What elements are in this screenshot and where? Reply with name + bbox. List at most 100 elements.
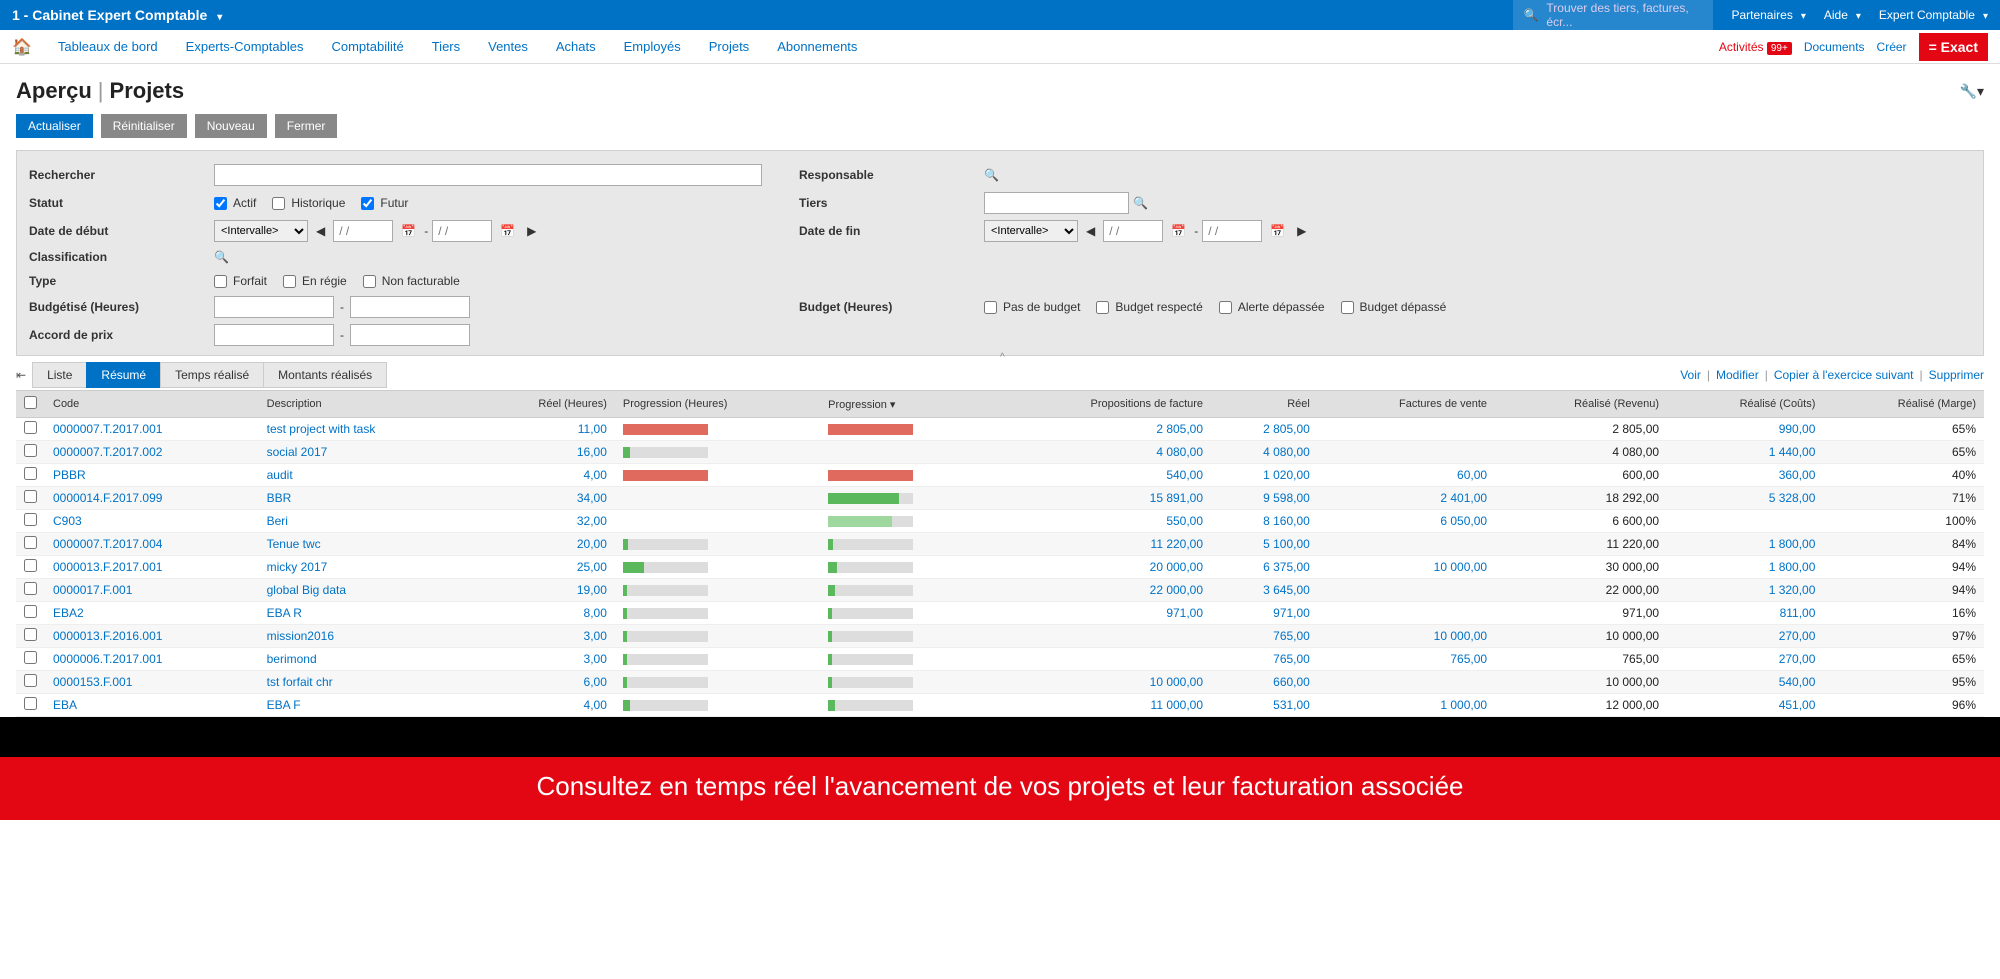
nav-ventes[interactable]: Ventes xyxy=(474,39,542,54)
cell-desc[interactable]: EBA F xyxy=(267,698,301,712)
cell-code[interactable]: 0000007.T.2017.004 xyxy=(53,537,162,551)
cell-desc[interactable]: micky 2017 xyxy=(267,560,328,574)
action-voir[interactable]: Voir xyxy=(1680,368,1701,382)
classification-lookup-icon[interactable]: 🔍 xyxy=(214,250,229,264)
table-row[interactable]: 0000007.T.2017.001 test project with tas… xyxy=(16,418,1984,441)
col-prog[interactable]: Progression ▾ xyxy=(820,391,992,418)
row-checkbox[interactable] xyxy=(24,697,37,710)
prev-date-icon[interactable]: ◀ xyxy=(312,224,329,238)
intervalle-debut-select[interactable]: <Intervalle> xyxy=(214,220,308,242)
documents-link[interactable]: Documents xyxy=(1804,40,1865,54)
cell-code[interactable]: EBA2 xyxy=(53,606,84,620)
tab-resume[interactable]: Résumé xyxy=(86,362,161,388)
row-checkbox[interactable] xyxy=(24,513,37,526)
check-pas-budget[interactable]: Pas de budget xyxy=(984,300,1080,314)
row-checkbox[interactable] xyxy=(24,651,37,664)
nav-compta[interactable]: Comptabilité xyxy=(317,39,417,54)
table-row[interactable]: 0000007.T.2017.004 Tenue twc 20,00 11 22… xyxy=(16,533,1984,556)
cell-code[interactable]: 0000153.F.001 xyxy=(53,675,132,689)
row-checkbox[interactable] xyxy=(24,444,37,457)
date-to-input[interactable] xyxy=(432,220,492,242)
action-supprimer[interactable]: Supprimer xyxy=(1929,368,1984,382)
cell-code[interactable]: EBA xyxy=(53,698,77,712)
accord-to-input[interactable] xyxy=(350,324,470,346)
cell-desc[interactable]: EBA R xyxy=(267,606,302,620)
check-historique[interactable]: Historique xyxy=(272,196,345,210)
search-input[interactable] xyxy=(214,164,762,186)
next-date-fin-icon[interactable]: ▶ xyxy=(1293,224,1310,238)
date-fin-to-input[interactable] xyxy=(1202,220,1262,242)
cell-desc[interactable]: social 2017 xyxy=(267,445,328,459)
cell-code[interactable]: C903 xyxy=(53,514,82,528)
intervalle-fin-select[interactable]: <Intervalle> xyxy=(984,220,1078,242)
row-checkbox[interactable] xyxy=(24,421,37,434)
row-checkbox[interactable] xyxy=(24,490,37,503)
new-button[interactable]: Nouveau xyxy=(195,114,267,138)
prev-date-fin-icon[interactable]: ◀ xyxy=(1082,224,1099,238)
col-reel-h[interactable]: Réel (Heures) xyxy=(471,391,615,418)
col-marge[interactable]: Réalisé (Marge) xyxy=(1823,391,1984,418)
table-row[interactable]: 0000013.F.2017.001 micky 2017 25,00 20 0… xyxy=(16,556,1984,579)
col-reel[interactable]: Réel xyxy=(1211,391,1318,418)
cell-code[interactable]: 0000006.T.2017.001 xyxy=(53,652,162,666)
budgetise-to-input[interactable] xyxy=(350,296,470,318)
table-row[interactable]: PBBR audit 4,00 540,00 1 020,00 60,00 60… xyxy=(16,464,1984,487)
accord-from-input[interactable] xyxy=(214,324,334,346)
col-prog-h[interactable]: Progression (Heures) xyxy=(615,391,820,418)
next-date-icon[interactable]: ▶ xyxy=(523,224,540,238)
pin-icon[interactable]: ⇤ xyxy=(16,368,26,382)
cell-code[interactable]: 0000017.F.001 xyxy=(53,583,132,597)
calendar-icon[interactable]: 📅 xyxy=(397,224,420,238)
row-checkbox[interactable] xyxy=(24,536,37,549)
table-row[interactable]: C903 Beri 32,00 550,00 8 160,00 6 050,00… xyxy=(16,510,1984,533)
table-row[interactable]: EBA EBA F 4,00 11 000,00 531,00 1 000,00… xyxy=(16,694,1984,717)
reset-button[interactable]: Réinitialiser xyxy=(101,114,187,138)
cell-code[interactable]: 0000013.F.2017.001 xyxy=(53,560,162,574)
select-all-checkbox[interactable] xyxy=(24,396,37,409)
check-non-facturable[interactable]: Non facturable xyxy=(363,274,460,288)
check-futur[interactable]: Futur xyxy=(361,196,408,210)
close-button[interactable]: Fermer xyxy=(275,114,338,138)
cell-code[interactable]: 0000007.T.2017.002 xyxy=(53,445,162,459)
cell-desc[interactable]: test project with task xyxy=(267,422,376,436)
check-budget-depasse[interactable]: Budget dépassé xyxy=(1341,300,1447,314)
global-search[interactable]: 🔍 Trouver des tiers, factures, écr... xyxy=(1513,0,1713,33)
cell-desc[interactable]: audit xyxy=(267,468,293,482)
action-copier[interactable]: Copier à l'exercice suivant xyxy=(1774,368,1914,382)
budgetise-from-input[interactable] xyxy=(214,296,334,318)
nav-tableaux[interactable]: Tableaux de bord xyxy=(44,39,172,54)
check-alerte[interactable]: Alerte dépassée xyxy=(1219,300,1325,314)
col-fact[interactable]: Factures de vente xyxy=(1318,391,1495,418)
date-from-input[interactable] xyxy=(333,220,393,242)
table-row[interactable]: 0000153.F.001 tst forfait chr 6,00 10 00… xyxy=(16,671,1984,694)
date-fin-from-input[interactable] xyxy=(1103,220,1163,242)
refresh-button[interactable]: Actualiser xyxy=(16,114,93,138)
action-modifier[interactable]: Modifier xyxy=(1716,368,1759,382)
tab-liste[interactable]: Liste xyxy=(32,362,87,388)
responsable-lookup-icon[interactable]: 🔍 xyxy=(984,168,999,182)
cell-code[interactable]: PBBR xyxy=(53,468,86,482)
tab-montants[interactable]: Montants réalisés xyxy=(263,362,387,388)
row-checkbox[interactable] xyxy=(24,467,37,480)
cell-code[interactable]: 0000007.T.2017.001 xyxy=(53,422,162,436)
calendar-fin-icon-2[interactable]: 📅 xyxy=(1266,224,1289,238)
cell-desc[interactable]: berimond xyxy=(267,652,317,666)
table-row[interactable]: EBA2 EBA R 8,00 971,00 971,00 971,00 811… xyxy=(16,602,1984,625)
cell-desc[interactable]: tst forfait chr xyxy=(267,675,333,689)
row-checkbox[interactable] xyxy=(24,582,37,595)
tab-temps[interactable]: Temps réalisé xyxy=(160,362,264,388)
row-checkbox[interactable] xyxy=(24,628,37,641)
collapse-icon[interactable]: ^ xyxy=(1000,352,1005,363)
home-icon[interactable]: 🏠 xyxy=(12,37,32,57)
table-row[interactable]: 0000017.F.001 global Big data 19,00 22 0… xyxy=(16,579,1984,602)
col-prop[interactable]: Propositions de facture xyxy=(992,391,1211,418)
cell-desc[interactable]: mission2016 xyxy=(267,629,334,643)
nav-tiers[interactable]: Tiers xyxy=(418,39,474,54)
profile-link[interactable]: Expert Comptable xyxy=(1879,8,1988,22)
col-couts[interactable]: Réalisé (Coûts) xyxy=(1667,391,1823,418)
col-desc[interactable]: Description xyxy=(259,391,471,418)
calendar-icon-2[interactable]: 📅 xyxy=(496,224,519,238)
nav-experts[interactable]: Experts-Comptables xyxy=(172,39,318,54)
company-selector[interactable]: 1 - Cabinet Expert Comptable xyxy=(12,7,222,23)
nav-achats[interactable]: Achats xyxy=(542,39,610,54)
